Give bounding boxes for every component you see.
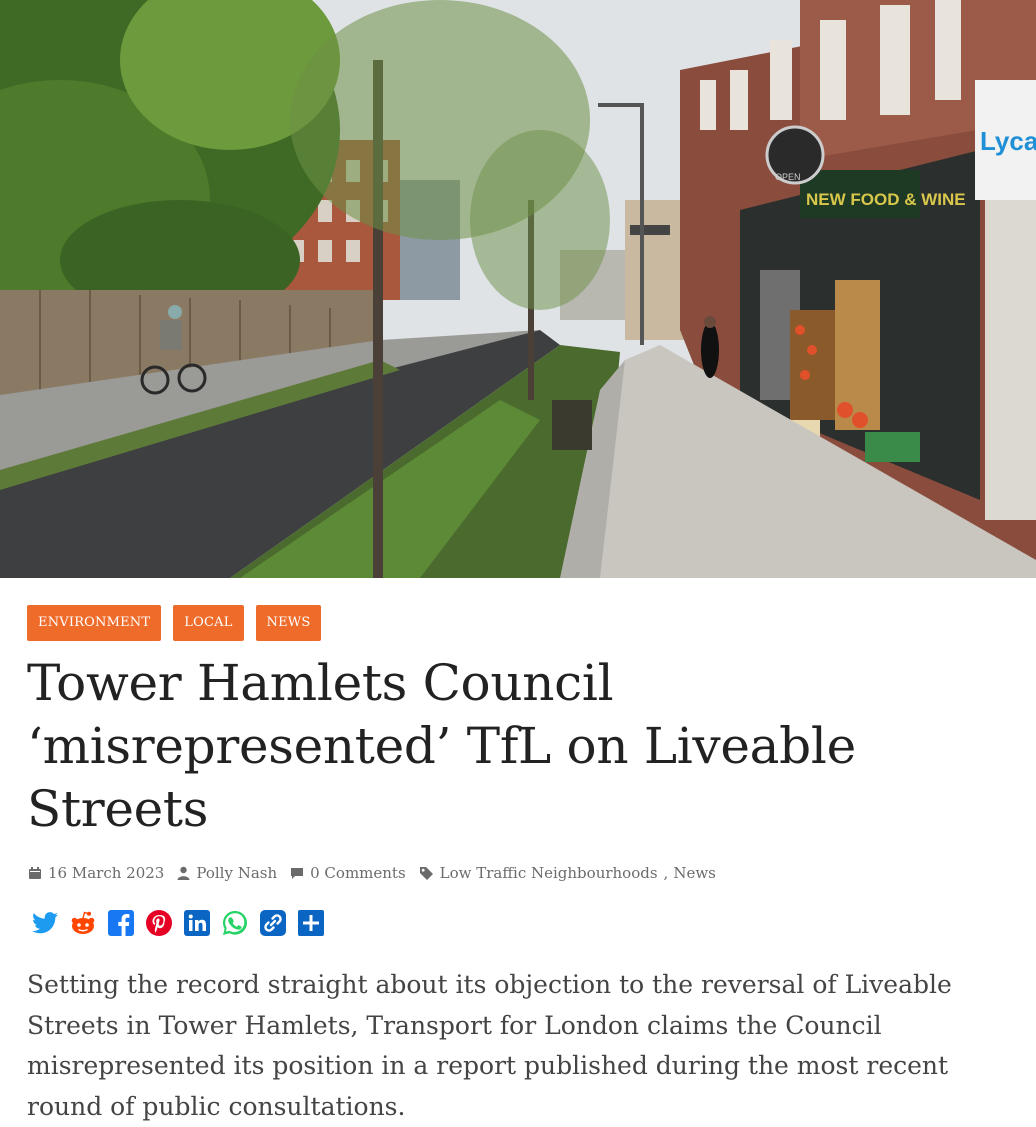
whatsapp-icon[interactable] [222, 910, 248, 936]
pinterest-icon[interactable] [146, 910, 172, 936]
category-local[interactable]: LOCAL [173, 605, 244, 641]
offlicence-sign-text: OPEN [775, 172, 801, 182]
tag-link-ltn[interactable]: Low Traffic Neighbourhoods [440, 864, 658, 882]
meta-author: Polly Nash [177, 864, 277, 882]
tag-link-news[interactable]: News [673, 864, 716, 882]
article-lead: Setting the record straight about its ob… [27, 970, 952, 1121]
category-list: ENVIRONMENT LOCAL NEWS [27, 605, 322, 641]
meta-date: 16 March 2023 [28, 864, 164, 882]
shop-sign-text: NEW FOOD & WINE [806, 190, 966, 209]
author-link[interactable]: Polly Nash [196, 864, 277, 882]
lycamobile-sign-text: Lycar [980, 126, 1036, 156]
category-news[interactable]: NEWS [255, 605, 322, 641]
comment-icon [291, 868, 304, 879]
hero-image: NEW FOOD & WINE OPEN Lycar [0, 0, 1036, 578]
category-environment[interactable]: ENVIRONMENT [27, 605, 162, 641]
reddit-icon[interactable] [70, 910, 96, 936]
twitter-icon[interactable] [32, 910, 58, 936]
comments-link[interactable]: 0 Comments [310, 864, 406, 882]
calendar-icon [29, 867, 41, 879]
tag-separator: , [663, 864, 669, 882]
linkedin-icon[interactable] [184, 910, 210, 936]
meta-tags: Low Traffic Neighbourhoods , News [419, 864, 716, 882]
copy-link-icon[interactable] [260, 910, 286, 936]
tag-icon [419, 866, 433, 880]
share-bar [32, 910, 324, 936]
article-meta: 16 March 2023 Polly Nash 0 Comments Low … [28, 864, 729, 882]
facebook-icon[interactable] [108, 910, 134, 936]
share-plus-icon[interactable] [298, 910, 324, 936]
user-icon [177, 866, 190, 880]
date-link[interactable]: 16 March 2023 [48, 864, 164, 882]
meta-comments: 0 Comments [290, 864, 406, 882]
article-title: Tower Hamlets Council ‘misrepresented’ T… [27, 654, 856, 838]
